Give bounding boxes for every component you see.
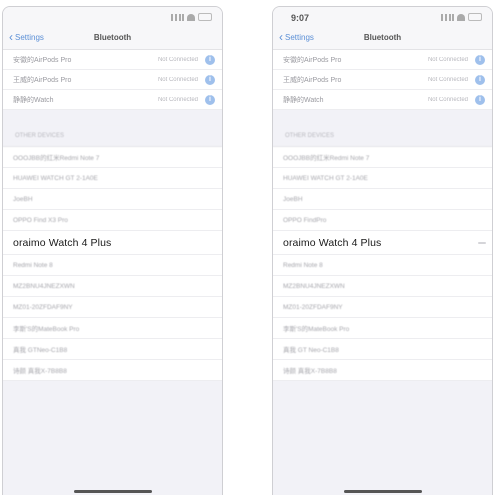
- highlighted-device-row[interactable]: oraimo Watch 4 Plus: [3, 231, 222, 255]
- home-indicator: [343, 490, 422, 493]
- device-name: 诗颜 真我X-7B8B8: [13, 368, 67, 375]
- connection-status: Not Connected: [427, 96, 468, 103]
- device-name: Redmi Note 8: [13, 261, 53, 269]
- section-gap: [3, 110, 222, 126]
- device-name: 李斯'S的MateBook Pro: [13, 326, 80, 333]
- device-name: oraimo Watch 4 Plus: [283, 236, 382, 249]
- device-name: HUAWEI WATCH GT 2-1A0E: [283, 174, 368, 182]
- home-indicator: [73, 490, 152, 493]
- device-name: 安徽的AirPods Pro: [283, 56, 342, 64]
- info-icon[interactable]: i: [475, 94, 485, 105]
- other-device-row[interactable]: HUAWEI WATCH GT 2-1A0E: [273, 168, 492, 189]
- other-devices-list: OOOJBB的红米Redmi Note 7 HUAWEI WATCH GT 2-1…: [3, 147, 222, 381]
- my-devices-list: 安徽的AirPods Pro Not Connected i 王威的AirPods P…: [273, 50, 492, 110]
- signal-icon: [441, 13, 454, 21]
- other-device-row[interactable]: 李斯'S的MateBook Pro: [3, 318, 222, 339]
- other-device-row[interactable]: 诗颜 真我X-7B8B8: [273, 360, 492, 381]
- device-name: JoeBH: [13, 195, 33, 203]
- device-name: Redmi Note 8: [283, 261, 323, 269]
- page-title: Bluetooth: [363, 33, 402, 42]
- device-name: 静静的Watch: [283, 96, 324, 104]
- device-name: MZ2BNU4JNEZXWN: [283, 282, 345, 290]
- status-time: 9:07: [291, 13, 310, 23]
- status-icons: [171, 13, 212, 21]
- other-device-row[interactable]: Redmi Note 8: [3, 255, 222, 276]
- status-bar: 9:07: [273, 7, 492, 29]
- device-name: 诗颜 真我X-7B8B8: [283, 368, 337, 375]
- device-name: JoeBH: [283, 195, 303, 203]
- page-title: Bluetooth: [93, 33, 132, 42]
- other-devices-header: OTHER DEVICES: [3, 126, 222, 147]
- my-device-row[interactable]: 王威的AirPods Pro Not Connected i: [3, 70, 222, 90]
- device-name: OOOJBB的红米Redmi Note 7: [13, 155, 100, 162]
- signal-icon: [171, 13, 184, 21]
- highlighted-device-row[interactable]: oraimo Watch 4 Plus: [273, 231, 492, 255]
- wifi-icon: [457, 13, 465, 21]
- other-device-row[interactable]: 真我 GT Neo-C1B8: [273, 339, 492, 360]
- phone-screen-right: 9:07 ‹ Settings Bluetooth 安徽的AirPods Pro…: [272, 6, 493, 495]
- info-icon[interactable]: i: [475, 54, 485, 65]
- device-name: MZ01-20ZFDAF9NY: [13, 303, 73, 311]
- device-name: 李斯'S的MateBook Pro: [283, 326, 350, 333]
- other-device-row[interactable]: MZ2BNU4JNEZXWN: [273, 276, 492, 297]
- other-device-row[interactable]: 真我 GTNeo-C1B8: [3, 339, 222, 360]
- device-name: MZ01-20ZFDAF9NY: [283, 303, 343, 311]
- device-name: 王威的AirPods Pro: [283, 76, 342, 84]
- battery-icon: [468, 13, 482, 21]
- device-name: OOOJBB的红米Redmi Note 7: [283, 155, 370, 162]
- my-device-row[interactable]: 静静的Watch Not Connected i: [3, 90, 222, 110]
- status-icons: [441, 13, 482, 21]
- other-device-row[interactable]: MZ01-20ZFDAF9NY: [3, 297, 222, 318]
- phone-screen-left: ‹ Settings Bluetooth 安徽的AirPods Pro Not C…: [2, 6, 223, 495]
- status-bar: [3, 7, 222, 29]
- device-name: 真我 GT Neo-C1B8: [283, 347, 339, 354]
- device-name: 真我 GTNeo-C1B8: [13, 347, 68, 354]
- other-device-row[interactable]: MZ2BNU4JNEZXWN: [3, 276, 222, 297]
- other-devices-header: OTHER DEVICES: [273, 126, 492, 147]
- connecting-spinner-icon: [478, 241, 486, 244]
- connection-status: Not Connected: [157, 56, 198, 63]
- info-icon[interactable]: i: [205, 74, 215, 85]
- other-device-row[interactable]: OPPO FindPro: [273, 210, 492, 231]
- info-icon[interactable]: i: [205, 54, 215, 65]
- other-device-row[interactable]: OOOJBB的红米Redmi Note 7: [273, 147, 492, 168]
- my-device-row[interactable]: 安徽的AirPods Pro Not Connected i: [273, 50, 492, 70]
- other-device-row[interactable]: JoeBH: [3, 189, 222, 210]
- device-name: 王威的AirPods Pro: [13, 76, 72, 84]
- navigation-bar: ‹ Settings Bluetooth: [3, 29, 222, 50]
- my-devices-list: 安徽的AirPods Pro Not Connected i 王威的AirPods P…: [3, 50, 222, 110]
- other-device-row[interactable]: JoeBH: [273, 189, 492, 210]
- device-name: 安徽的AirPods Pro: [13, 56, 72, 64]
- my-device-row[interactable]: 静静的Watch Not Connected i: [273, 90, 492, 110]
- other-device-row[interactable]: OOOJBB的红米Redmi Note 7: [3, 147, 222, 168]
- other-device-row[interactable]: HUAWEI WATCH GT 2-1A0E: [3, 168, 222, 189]
- connection-status: Not Connected: [157, 96, 198, 103]
- other-device-row[interactable]: 诗颜 真我X-7B8B8: [3, 360, 222, 381]
- info-icon[interactable]: i: [205, 94, 215, 105]
- device-name: oraimo Watch 4 Plus: [13, 236, 112, 249]
- device-name: HUAWEI WATCH GT 2-1A0E: [13, 174, 98, 182]
- other-device-row[interactable]: Redmi Note 8: [273, 255, 492, 276]
- other-device-row[interactable]: 李斯'S的MateBook Pro: [273, 318, 492, 339]
- other-device-row[interactable]: MZ01-20ZFDAF9NY: [273, 297, 492, 318]
- wifi-icon: [187, 13, 195, 21]
- other-devices-list: OOOJBB的红米Redmi Note 7 HUAWEI WATCH GT 2-1…: [273, 147, 492, 381]
- connection-status: Not Connected: [427, 76, 468, 83]
- connection-status: Not Connected: [157, 76, 198, 83]
- device-name: OPPO FindPro: [283, 216, 327, 224]
- device-name: MZ2BNU4JNEZXWN: [13, 282, 75, 290]
- other-device-row[interactable]: OPPO Find X3 Pro: [3, 210, 222, 231]
- battery-icon: [198, 13, 212, 21]
- section-gap: [273, 110, 492, 126]
- connection-status: Not Connected: [427, 56, 468, 63]
- my-device-row[interactable]: 安徽的AirPods Pro Not Connected i: [3, 50, 222, 70]
- device-name: 静静的Watch: [13, 96, 54, 104]
- navigation-bar: ‹ Settings Bluetooth: [273, 29, 492, 50]
- my-device-row[interactable]: 王威的AirPods Pro Not Connected i: [273, 70, 492, 90]
- device-name: OPPO Find X3 Pro: [13, 216, 68, 224]
- info-icon[interactable]: i: [475, 74, 485, 85]
